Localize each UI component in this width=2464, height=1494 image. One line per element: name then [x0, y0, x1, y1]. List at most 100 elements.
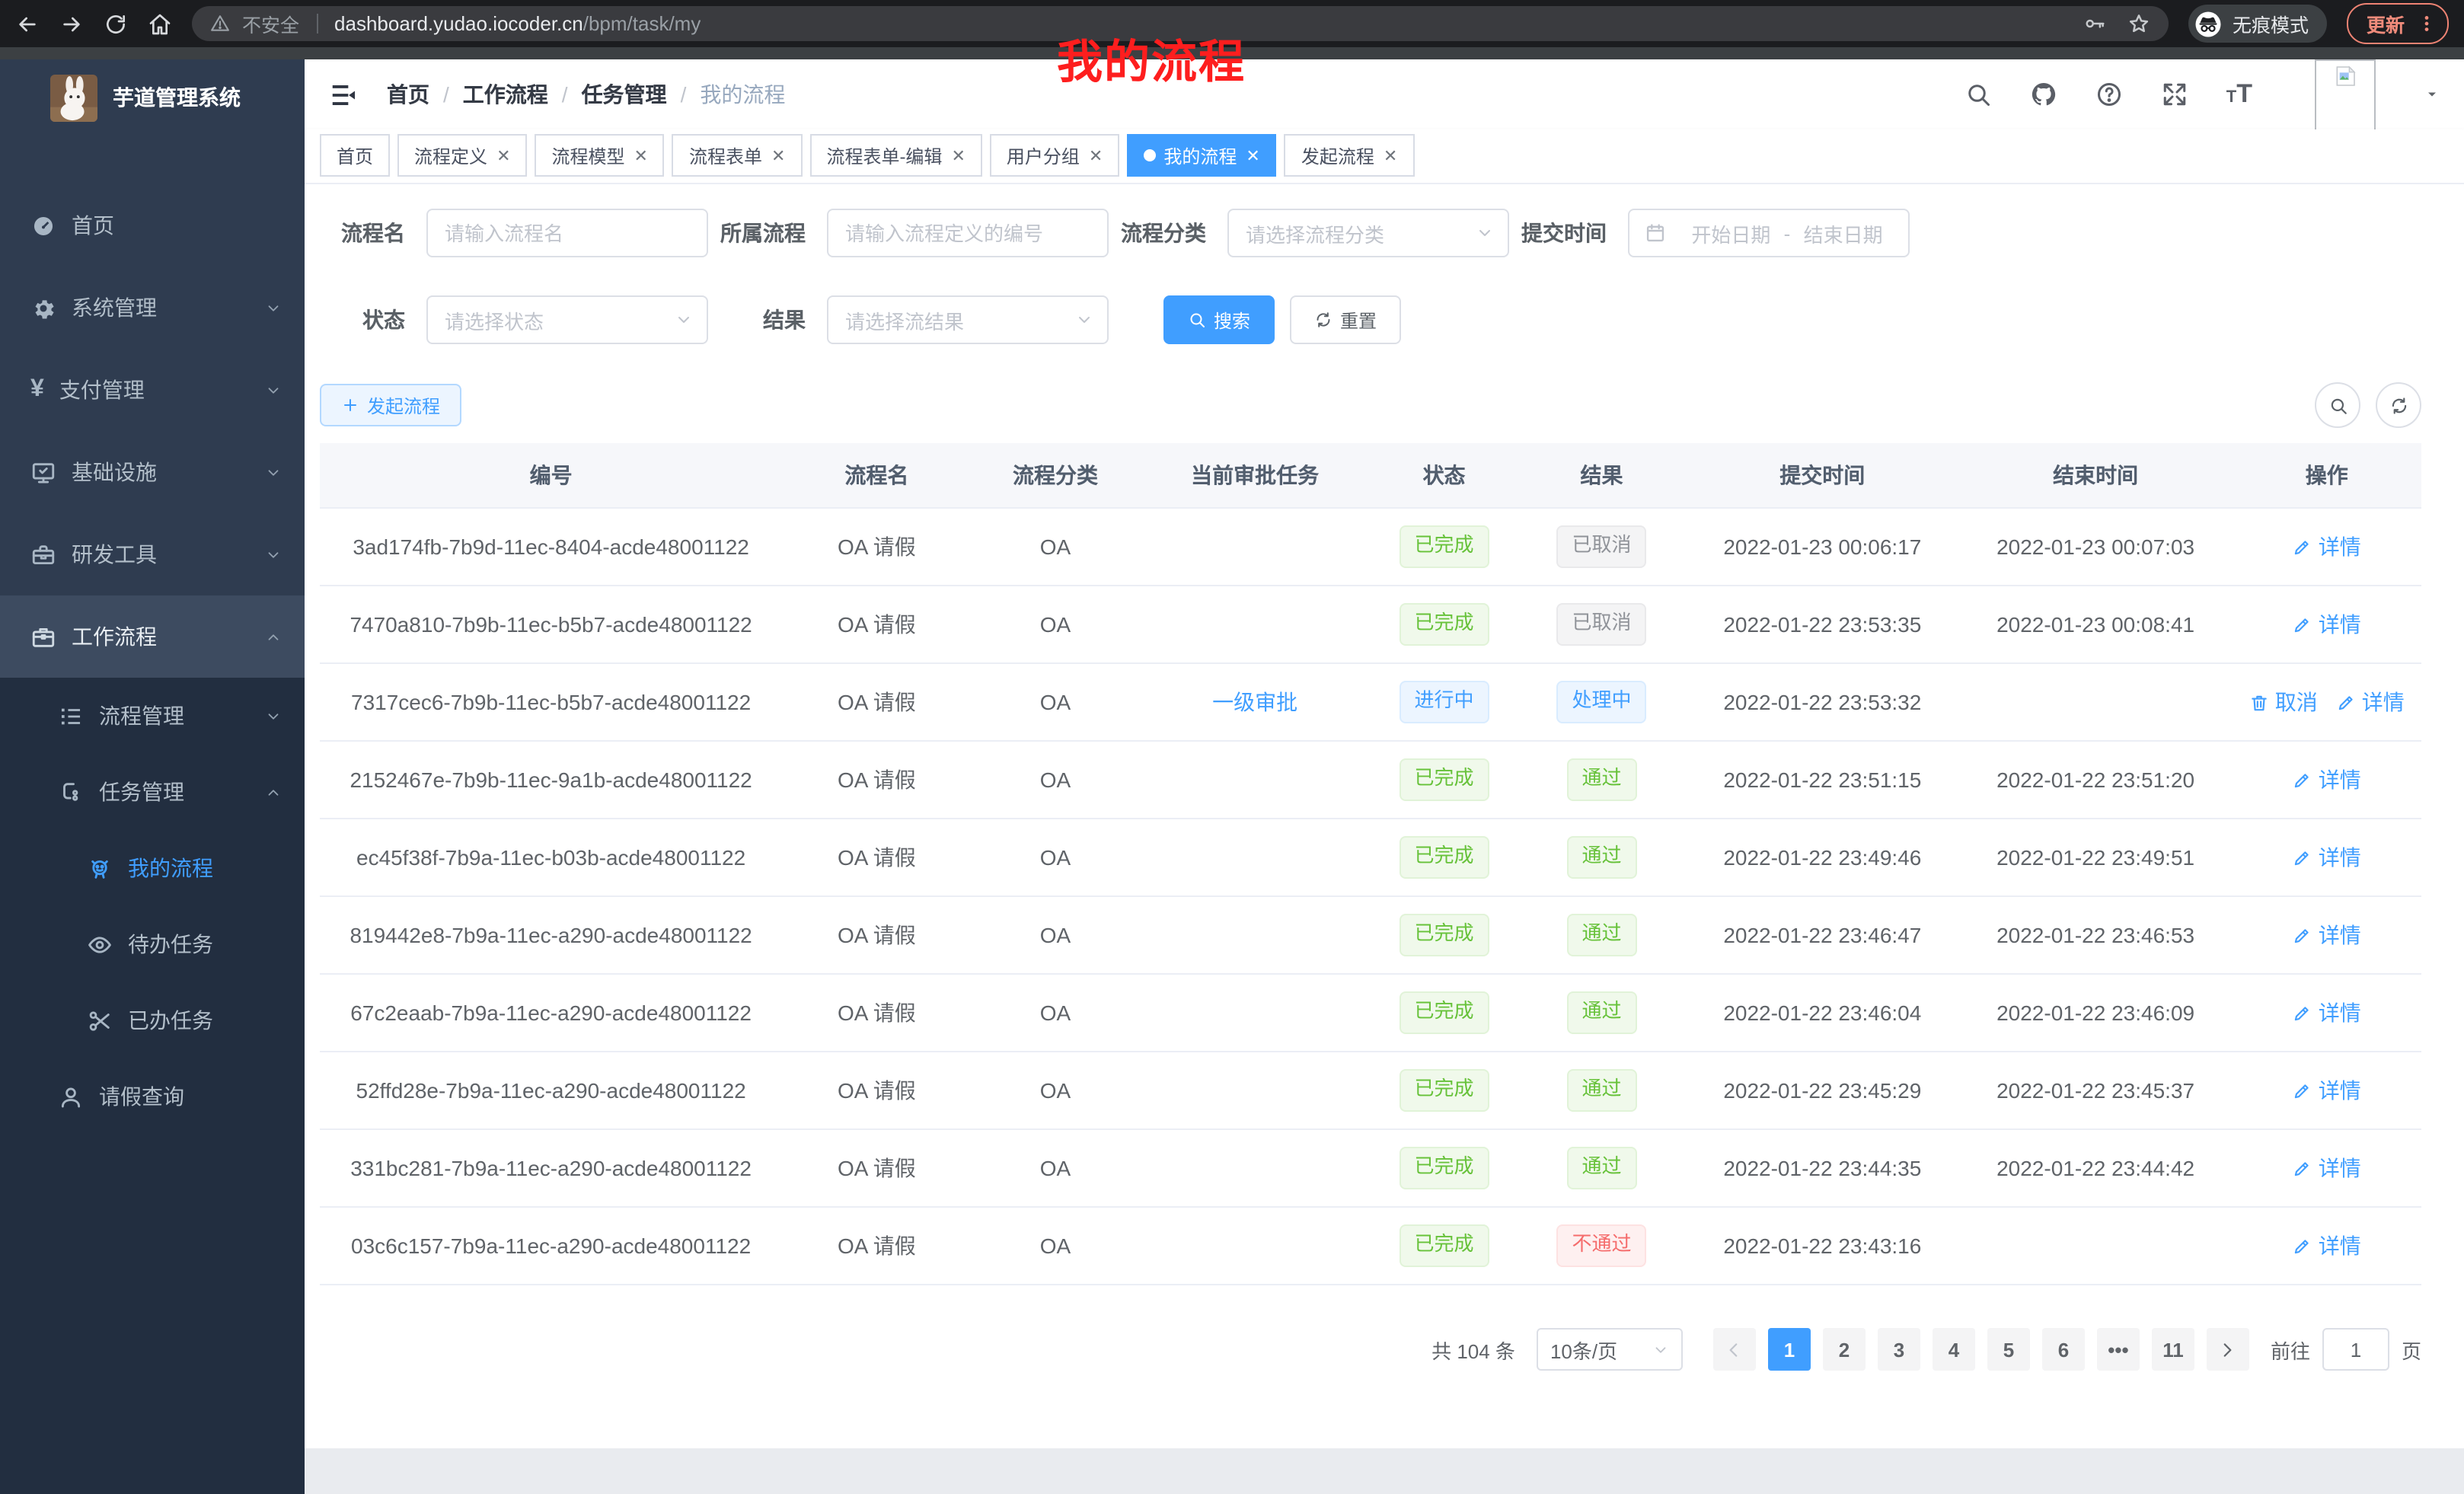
pages-ellipsis[interactable]: •••	[2097, 1328, 2140, 1371]
tab-process-form-edit[interactable]: 流程表单-编辑✕	[809, 134, 981, 177]
filter-submit-time-label: 提交时间	[1521, 218, 1607, 248]
page-button-6[interactable]: 6	[2042, 1328, 2085, 1371]
start-process-button[interactable]: 发起流程	[320, 384, 461, 426]
detail-link[interactable]: 详情	[2293, 765, 2361, 795]
page-size-select[interactable]: 10条/页	[1537, 1328, 1683, 1371]
refresh-table-button[interactable]	[2376, 382, 2421, 428]
tab-close-icon[interactable]: ✕	[771, 145, 785, 165]
font-size-icon[interactable]: TT	[2226, 81, 2252, 108]
detail-link[interactable]: 详情	[2293, 609, 2361, 640]
detail-link[interactable]: 详情	[2293, 1153, 2361, 1183]
sidebar-item-my-process[interactable]: 我的流程	[0, 830, 305, 906]
trash-icon	[2249, 692, 2269, 712]
page-button-1[interactable]: 1	[1768, 1328, 1811, 1371]
url-text[interactable]: dashboard.yudao.iocoder.cn/bpm/task/my	[334, 12, 701, 35]
search-button[interactable]: 搜索	[1163, 295, 1275, 344]
home-icon[interactable]	[148, 11, 172, 36]
tab-my-process[interactable]: 我的流程✕	[1127, 134, 1276, 177]
tab-close-icon[interactable]: ✕	[1089, 145, 1103, 165]
key-icon[interactable]	[2083, 12, 2106, 35]
sidebar-item-home[interactable]: 首页	[0, 184, 305, 267]
cell-result: 通过	[1518, 1129, 1686, 1207]
page-button-2[interactable]: 2	[1823, 1328, 1866, 1371]
toggle-search-button[interactable]	[2315, 382, 2360, 428]
sidebar-item-payment[interactable]: ¥支付管理	[0, 349, 305, 431]
detail-link[interactable]: 详情	[2293, 998, 2361, 1028]
github-icon[interactable]	[2030, 81, 2057, 108]
tab-close-icon[interactable]: ✕	[496, 145, 510, 165]
table-row: 3ad174fb-7b9d-11ec-8404-acde48001122OA 请…	[320, 508, 2421, 586]
prev-page-button[interactable]	[1713, 1328, 1756, 1371]
tab-close-icon[interactable]: ✕	[1384, 145, 1397, 165]
cell-end-time: 2022-01-22 23:44:42	[1959, 1129, 2233, 1207]
cell-actions: 详情	[2233, 586, 2422, 663]
reload-icon[interactable]	[104, 11, 128, 36]
fullscreen-icon[interactable]	[2161, 81, 2188, 108]
date-start-placeholder[interactable]: 开始日期	[1681, 219, 1781, 247]
cell-submit-time: 2022-01-22 23:53:32	[1686, 663, 1959, 741]
current-task-link[interactable]: 一级审批	[1212, 687, 1297, 717]
breadcrumb-item[interactable]: 首页	[387, 79, 429, 110]
tab-user-group[interactable]: 用户分组✕	[990, 134, 1119, 177]
table-row: 67c2eaab-7b9a-11ec-a290-acde48001122OA 请…	[320, 974, 2421, 1052]
cancel-link[interactable]: 取消	[2249, 687, 2318, 717]
detail-link[interactable]: 详情	[2293, 920, 2361, 950]
search-icon[interactable]	[1964, 81, 1992, 108]
process-definition-input[interactable]	[827, 209, 1109, 257]
tab-process-model[interactable]: 流程模型✕	[535, 134, 665, 177]
tab-process-definition[interactable]: 流程定义 ✕	[397, 134, 527, 177]
tab-start-process[interactable]: 发起流程✕	[1285, 134, 1414, 177]
bookmark-star-icon[interactable]	[2127, 12, 2150, 35]
app-header: 首页/工作流程/任务管理/我的流程 TT	[305, 59, 2464, 129]
detail-link[interactable]: 详情	[2293, 1075, 2361, 1106]
sidebar-item-system[interactable]: 系统管理	[0, 267, 305, 349]
process-name-input[interactable]	[426, 209, 708, 257]
breadcrumb-item[interactable]: 任务管理	[582, 79, 667, 110]
sidebar-item-leave-query[interactable]: 请假查询	[0, 1058, 305, 1135]
result-select[interactable]: 请选择流结果	[827, 295, 1109, 344]
date-end-placeholder[interactable]: 结束日期	[1793, 219, 1893, 247]
sidebar-item-infrastructure[interactable]: 基础设施	[0, 431, 305, 513]
page-button-4[interactable]: 4	[1933, 1328, 1975, 1371]
warning-icon[interactable]	[210, 14, 230, 34]
back-icon[interactable]	[15, 11, 40, 36]
reset-button[interactable]: 重置	[1290, 295, 1401, 344]
goto-page-input[interactable]	[2322, 1328, 2389, 1371]
help-icon[interactable]	[2095, 81, 2123, 108]
sidebar-item-devtools[interactable]: 研发工具	[0, 513, 305, 595]
cell-process-name: OA 请假	[782, 819, 971, 896]
avatar[interactable]	[2315, 59, 2376, 130]
sidebar-collapse-icon[interactable]	[329, 80, 358, 109]
app-logo-row[interactable]: 芋道管理系统	[0, 59, 305, 136]
tab-close-icon[interactable]: ✕	[1246, 145, 1259, 165]
sidebar-item-process-management[interactable]: 流程管理	[0, 678, 305, 754]
detail-link[interactable]: 详情	[2293, 842, 2361, 873]
page-button-3[interactable]: 3	[1878, 1328, 1920, 1371]
tab-label: 流程定义	[414, 142, 487, 168]
browser-update-button[interactable]: 更新	[2347, 3, 2449, 44]
next-page-button[interactable]	[2207, 1328, 2249, 1371]
tab-home[interactable]: 首页	[320, 134, 390, 177]
sidebar-item-task-management[interactable]: 任务管理	[0, 754, 305, 830]
breadcrumb-item[interactable]: 工作流程	[463, 79, 548, 110]
tab-close-icon[interactable]: ✕	[951, 145, 965, 165]
page-button-5[interactable]: 5	[1987, 1328, 2030, 1371]
submit-time-range-picker[interactable]: 开始日期 - 结束日期	[1628, 209, 1910, 257]
avatar-caret-icon[interactable]	[2424, 87, 2440, 102]
status-select[interactable]: 请选择状态	[426, 295, 708, 344]
tab-process-form[interactable]: 流程表单✕	[672, 134, 802, 177]
category-select[interactable]: 请选择流程分类	[1227, 209, 1509, 257]
forward-icon[interactable]	[59, 11, 84, 36]
detail-link[interactable]: 详情	[2336, 687, 2405, 717]
yen-icon: ¥	[30, 378, 44, 402]
screen: 不安全 dashboard.yudao.iocoder.cn/bpm/task/…	[0, 0, 2464, 1494]
sidebar-item-workflow[interactable]: 工作流程	[0, 595, 305, 678]
browser-menu-icon[interactable]	[2417, 14, 2437, 34]
page-button-11[interactable]: 11	[2152, 1328, 2194, 1371]
address-bar[interactable]: 不安全 dashboard.yudao.iocoder.cn/bpm/task/…	[192, 6, 2169, 41]
detail-link[interactable]: 详情	[2293, 1231, 2361, 1261]
sidebar-item-done-tasks[interactable]: 已办任务	[0, 982, 305, 1058]
detail-link[interactable]: 详情	[2293, 532, 2361, 562]
sidebar-item-todo-tasks[interactable]: 待办任务	[0, 906, 305, 982]
tab-close-icon[interactable]: ✕	[634, 145, 648, 165]
